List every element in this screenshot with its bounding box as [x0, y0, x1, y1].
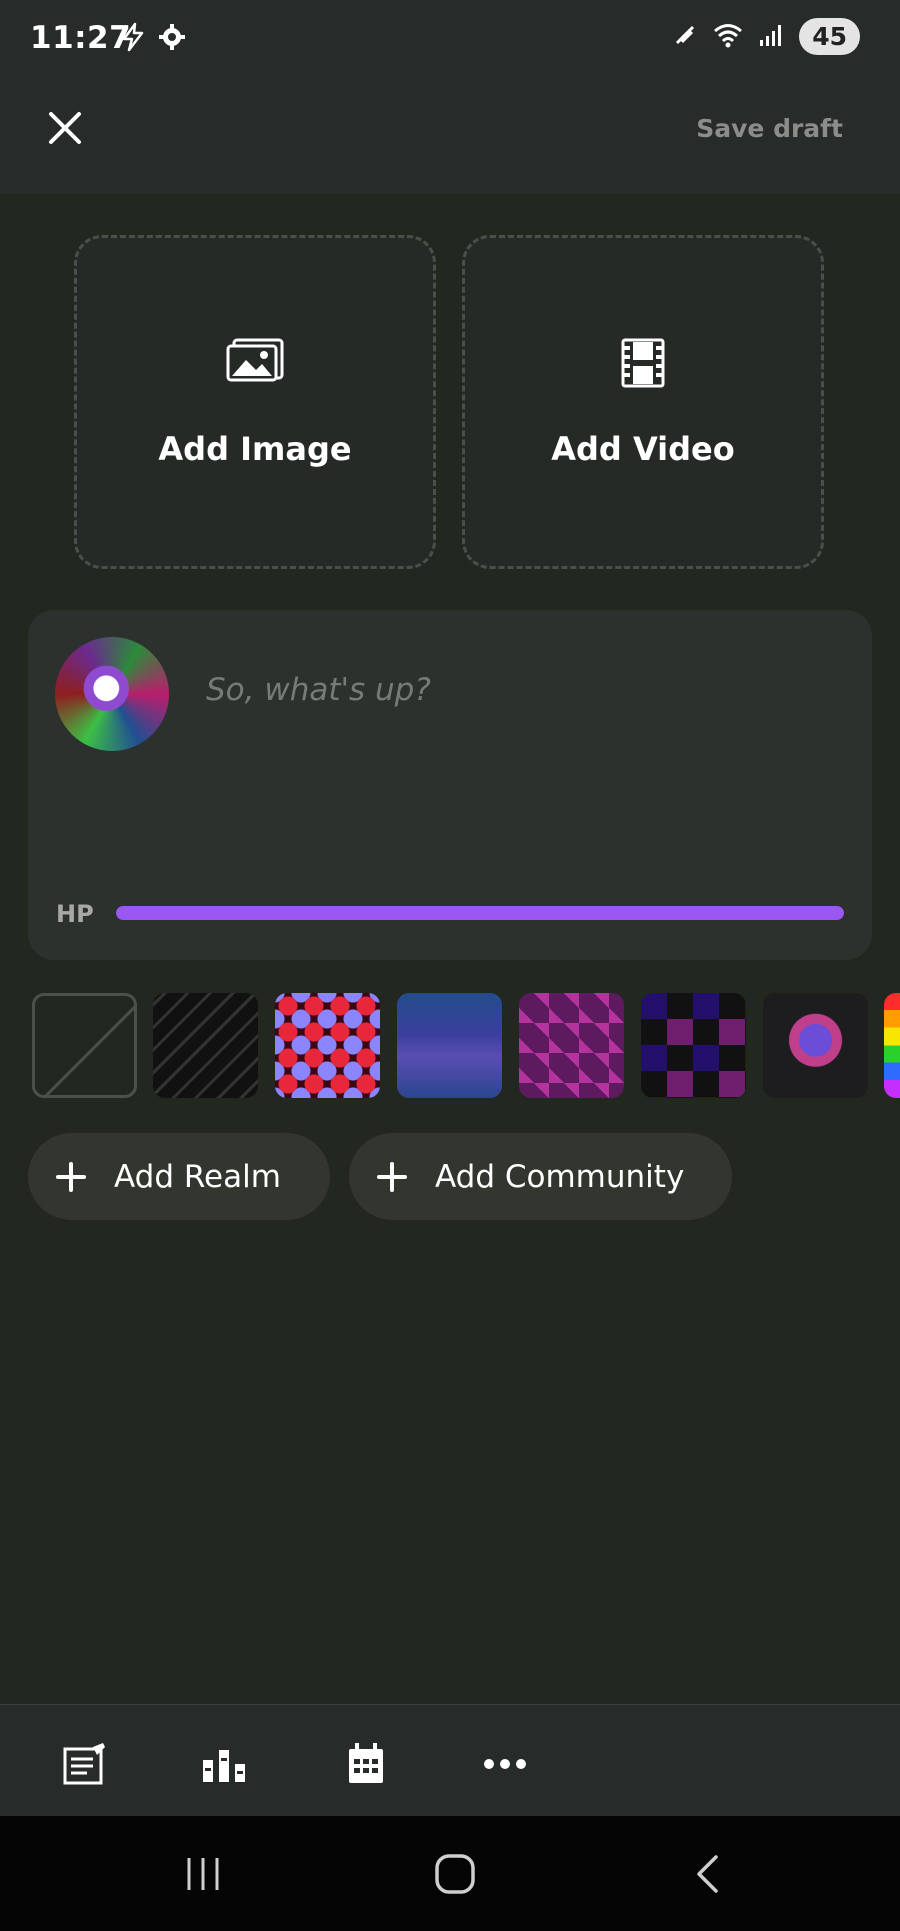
close-button[interactable]: [40, 103, 90, 153]
background-selector: [32, 993, 900, 1098]
background-option-pink-diamonds[interactable]: [519, 993, 624, 1098]
back-icon: [697, 1855, 718, 1893]
image-icon: [226, 338, 284, 386]
avatar[interactable]: [55, 637, 169, 751]
poll-icon: [203, 1750, 245, 1782]
save-draft-button[interactable]: Save draft: [696, 114, 843, 143]
background-option-rainbow[interactable]: [884, 993, 900, 1098]
add-video-tile[interactable]: Add Video: [462, 235, 824, 569]
compose-screen: 11:27 45 Save draft Add Image Add Video …: [0, 0, 900, 1931]
add-realm-label: Add Realm: [114, 1158, 281, 1195]
close-icon: [49, 112, 81, 144]
calendar-icon: [349, 1743, 383, 1783]
mute-icon: [671, 21, 699, 53]
battery-indicator: 45: [799, 18, 860, 55]
background-option-black-waves[interactable]: [153, 993, 258, 1098]
back-button[interactable]: [690, 1854, 724, 1894]
signal-icon: [759, 23, 785, 51]
film-icon: [621, 338, 665, 392]
flash-icon: [118, 22, 148, 56]
plus-icon: [377, 1161, 407, 1192]
more-button[interactable]: [482, 1741, 528, 1787]
more-icon: [484, 1759, 526, 1769]
wifi-icon: [713, 22, 745, 52]
status-bar: 11:27 45: [0, 0, 900, 78]
hp-bar-fill: [116, 906, 844, 920]
settings-gear-icon: [158, 23, 186, 55]
add-community-button[interactable]: Add Community: [349, 1133, 732, 1220]
background-option-dark-character[interactable]: [763, 993, 868, 1098]
background-option-none[interactable]: [32, 993, 137, 1098]
hp-bar: [116, 906, 844, 920]
post-text-input[interactable]: So, what's up?: [206, 672, 431, 708]
post-type-icon: [63, 1743, 105, 1785]
add-video-label: Add Video: [551, 430, 735, 468]
add-image-label: Add Image: [158, 430, 352, 468]
recent-apps-icon: [187, 1858, 219, 1890]
poll-button[interactable]: [201, 1741, 247, 1787]
plus-icon: [56, 1161, 86, 1192]
schedule-button[interactable]: [343, 1741, 389, 1787]
compose-toolbar: [0, 1704, 900, 1816]
system-navigation-bar: [0, 1816, 900, 1931]
post-type-button[interactable]: [62, 1741, 108, 1787]
add-image-tile[interactable]: Add Image: [74, 235, 436, 569]
app-bar: Save draft: [0, 78, 900, 194]
hp-label: HP: [56, 900, 94, 928]
add-community-label: Add Community: [435, 1158, 685, 1195]
add-realm-button[interactable]: Add Realm: [28, 1133, 330, 1220]
background-option-checker-cats[interactable]: [641, 993, 746, 1098]
background-option-hearts[interactable]: [275, 993, 380, 1098]
home-icon: [435, 1854, 475, 1894]
home-button[interactable]: [432, 1854, 478, 1894]
compose-card: So, what's up? HP: [28, 610, 872, 960]
recent-apps-button[interactable]: [180, 1854, 226, 1894]
background-option-blue-clouds[interactable]: [397, 993, 502, 1098]
status-time: 11:27: [30, 20, 132, 56]
